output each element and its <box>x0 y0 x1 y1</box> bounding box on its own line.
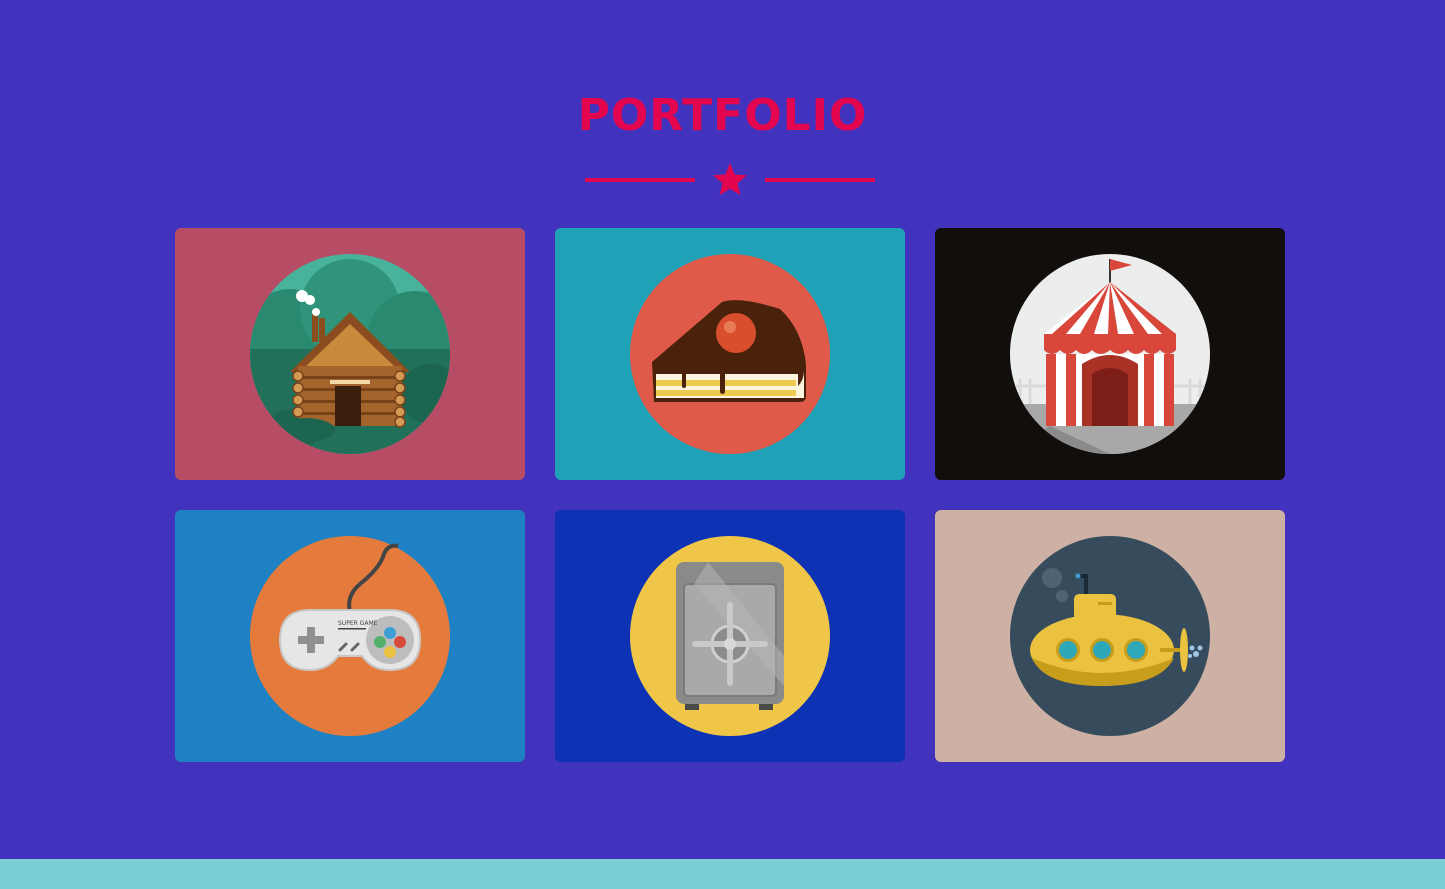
cake-slice-icon <box>630 254 830 454</box>
log-cabin-icon <box>250 254 450 454</box>
title-divider-left <box>585 178 695 182</box>
portfolio-item-game[interactable]: SUPER GAME <box>175 510 525 762</box>
portfolio-title: PORTFOLIO <box>577 90 868 141</box>
portfolio-item-cake[interactable] <box>555 228 905 480</box>
game-controller-label: SUPER GAME <box>338 620 378 627</box>
game-controller-icon: SUPER GAME <box>250 536 450 736</box>
circus-tent-icon <box>1010 254 1210 454</box>
portfolio-item-cabin[interactable] <box>175 228 525 480</box>
safe-icon <box>630 536 830 736</box>
portfolio-item-safe[interactable] <box>555 510 905 762</box>
portfolio-item-submarine[interactable] <box>935 510 1285 762</box>
title-divider-right <box>765 178 875 182</box>
footer-band <box>0 859 1445 889</box>
star-icon <box>713 163 747 196</box>
portfolio-item-circus[interactable] <box>935 228 1285 480</box>
submarine-icon <box>1010 536 1210 736</box>
